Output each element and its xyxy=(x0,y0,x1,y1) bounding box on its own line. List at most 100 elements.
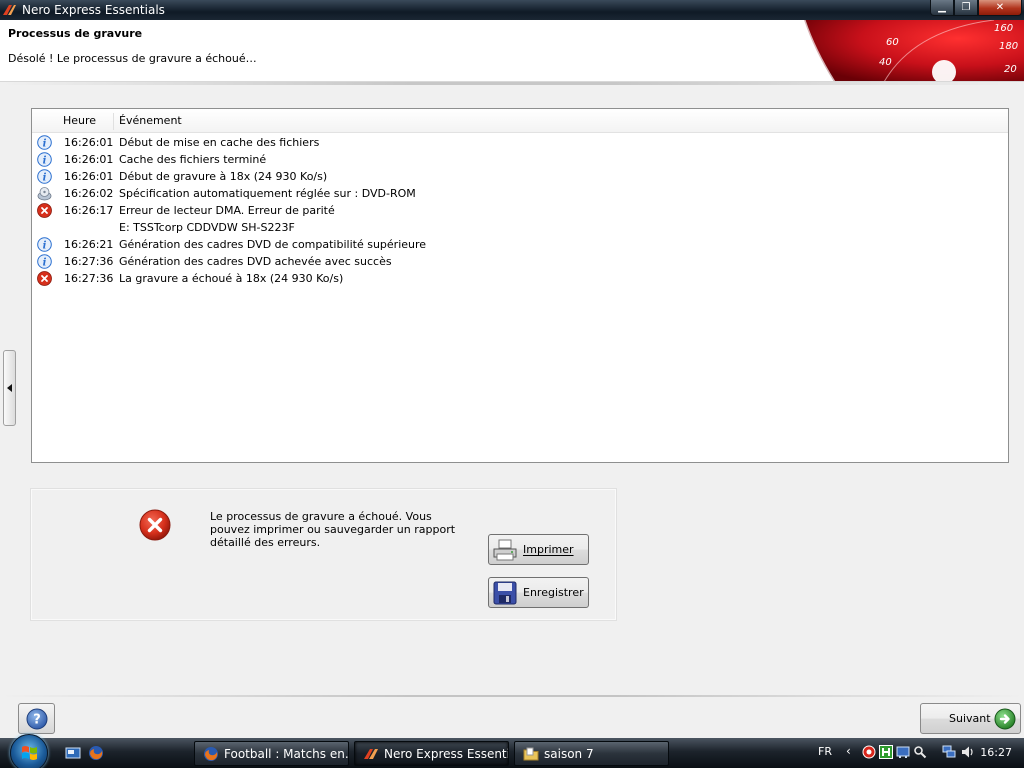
show-desktop-icon[interactable] xyxy=(65,745,81,761)
windows-logo-icon xyxy=(22,746,37,760)
folder-icon xyxy=(523,747,539,760)
next-button-label: Suivant xyxy=(949,712,991,725)
log-time: 16:27:36 xyxy=(64,272,114,285)
collapse-sidebar-handle[interactable] xyxy=(3,350,16,426)
green-h-tray-icon[interactable] xyxy=(879,745,893,759)
printer-icon xyxy=(493,539,517,560)
log-row[interactable]: i 16:26:21 Génération des cadres DVD de co… xyxy=(32,236,1008,253)
minimize-button[interactable]: ▁ xyxy=(930,0,954,16)
network-tray-icon[interactable] xyxy=(942,745,956,759)
error-icon xyxy=(37,203,52,218)
log-event: Début de mise en cache des fichiers xyxy=(119,136,320,149)
log-event: Début de gravure à 18x (24 930 Ko/s) xyxy=(119,170,328,183)
log-event: Erreur de lecteur DMA. Erreur de parité xyxy=(119,204,335,217)
next-button[interactable]: Suivant xyxy=(920,703,1021,734)
speedo-number: 20 xyxy=(1004,64,1017,75)
print-button[interactable]: Imprimer xyxy=(488,534,589,565)
header-divider xyxy=(0,82,1024,85)
log-event: La gravure a échoué à 18x (24 930 Ko/s) xyxy=(119,272,344,285)
language-indicator[interactable]: FR xyxy=(818,745,832,758)
footer-divider xyxy=(0,695,1024,697)
log-event: Cache des fichiers terminé xyxy=(119,153,267,166)
window-titlebar[interactable]: Nero Express Essentials ▁ ❐ ✕ xyxy=(0,0,1024,20)
print-button-label: Imprimer xyxy=(523,543,574,556)
log-time: 16:26:01 xyxy=(64,170,114,183)
column-header-time[interactable]: Heure xyxy=(63,109,96,133)
speedo-number: 40 xyxy=(879,57,892,68)
log-time: 16:26:02 xyxy=(64,187,114,200)
log-time: 16:26:21 xyxy=(64,238,114,251)
speedo-number: 160 xyxy=(994,23,1013,34)
speedo-number: 180 xyxy=(999,41,1018,52)
arrow-left-icon xyxy=(7,384,12,392)
floppy-disk-icon xyxy=(493,581,517,604)
log-time: 16:26:17 xyxy=(64,204,114,217)
log-row[interactable]: i 16:26:01 Début de mise en cache des fich… xyxy=(32,134,1008,151)
page-title: Processus de gravure xyxy=(8,27,143,40)
taskbar-item-label: Nero Express Essenti... xyxy=(384,746,509,761)
show-hidden-icons-chevron[interactable]: ‹ xyxy=(846,744,851,758)
help-glyph: ? xyxy=(33,712,41,727)
taskbar: Football : Matchs en... Nero Express Ess… xyxy=(0,734,1024,768)
wizard-header: Processus de gravure Désolé ! Le process… xyxy=(0,20,1024,82)
window-title: Nero Express Essentials xyxy=(22,3,165,17)
log-row[interactable]: 16:26:17 Erreur de lecteur DMA. Erreur de… xyxy=(32,202,1008,219)
error-icon xyxy=(139,509,171,541)
svg-text:i: i xyxy=(43,241,47,252)
log-event: E: TSSTcorp CDDVDW SH-S223F xyxy=(119,221,295,234)
log-time: 16:27:36 xyxy=(64,255,114,268)
log-row[interactable]: i 16:26:01 Cache des fichiers terminé xyxy=(32,151,1008,168)
info-icon: i xyxy=(37,237,52,252)
log-row[interactable]: E: TSSTcorp CDDVDW SH-S223F xyxy=(32,219,1008,236)
log-row[interactable]: i 16:26:01 Début de gravure à 18x (24 930 … xyxy=(32,168,1008,185)
firefox-icon xyxy=(204,746,218,761)
log-row[interactable]: i 16:27:36 Génération des cadres DVD achev… xyxy=(32,253,1008,270)
log-header: Heure Événement xyxy=(32,109,1008,133)
search-tray-icon[interactable] xyxy=(913,745,927,759)
info-icon: i xyxy=(37,135,52,150)
svg-text:i: i xyxy=(43,258,47,269)
svg-text:i: i xyxy=(43,156,47,167)
log-row[interactable]: 16:27:36 La gravure a échoué à 18x (24 93… xyxy=(32,270,1008,287)
start-button[interactable] xyxy=(10,734,48,768)
svg-text:i: i xyxy=(43,139,47,150)
speedo-number: 60 xyxy=(886,37,899,48)
failure-message-text: Le processus de gravure a échoué. Vous p… xyxy=(210,510,456,549)
event-log-list[interactable]: Heure Événement i 16:26:01 Début de mise e… xyxy=(31,108,1009,463)
log-event: Spécification automatiquement réglée sur… xyxy=(119,187,416,200)
taskbar-item-label: Football : Matchs en... xyxy=(224,746,349,761)
network-card-tray-icon[interactable] xyxy=(896,745,910,759)
disc-drive-icon xyxy=(37,186,52,201)
log-time: 16:26:01 xyxy=(64,136,114,149)
taskbar-item-saison[interactable]: saison 7 xyxy=(514,741,669,766)
close-button[interactable]: ✕ xyxy=(978,0,1022,16)
window-controls: ▁ ❐ ✕ xyxy=(930,0,1022,17)
error-icon xyxy=(37,271,52,286)
save-button-label: Enregistrer xyxy=(523,586,584,599)
nero-app-icon xyxy=(3,5,16,15)
firefox-icon[interactable] xyxy=(88,745,104,761)
volume-icon[interactable] xyxy=(961,745,975,759)
log-row[interactable]: 16:26:02 Spécification automatiquement ré… xyxy=(32,185,1008,202)
antivirus-tray-icon[interactable] xyxy=(862,745,876,759)
column-header-event[interactable]: Événement xyxy=(119,109,182,133)
log-rows: i 16:26:01 Début de mise en cache des fich… xyxy=(32,134,1008,287)
info-icon: i xyxy=(37,169,52,184)
help-button[interactable]: ? xyxy=(18,703,55,734)
clock[interactable]: 16:27 xyxy=(980,746,1012,759)
log-time: 16:26:01 xyxy=(64,153,114,166)
save-button[interactable]: Enregistrer xyxy=(488,577,589,608)
maximize-button[interactable]: ❐ xyxy=(954,0,978,16)
svg-text:i: i xyxy=(43,173,47,184)
arrow-right-circle-icon xyxy=(994,708,1016,730)
taskbar-item-football[interactable]: Football : Matchs en... xyxy=(194,741,349,766)
nero-icon xyxy=(364,748,378,759)
log-event: Génération des cadres DVD de compatibili… xyxy=(119,238,427,251)
taskbar-item-label: saison 7 xyxy=(544,746,594,761)
speedometer-graphic: 160 180 60 40 20 xyxy=(802,20,1024,81)
failure-message-panel: Le processus de gravure a échoué. Vous p… xyxy=(30,488,617,621)
help-icon: ? xyxy=(26,708,47,729)
info-icon: i xyxy=(37,152,52,167)
info-icon: i xyxy=(37,254,52,269)
taskbar-item-nero[interactable]: Nero Express Essenti... xyxy=(354,741,509,766)
